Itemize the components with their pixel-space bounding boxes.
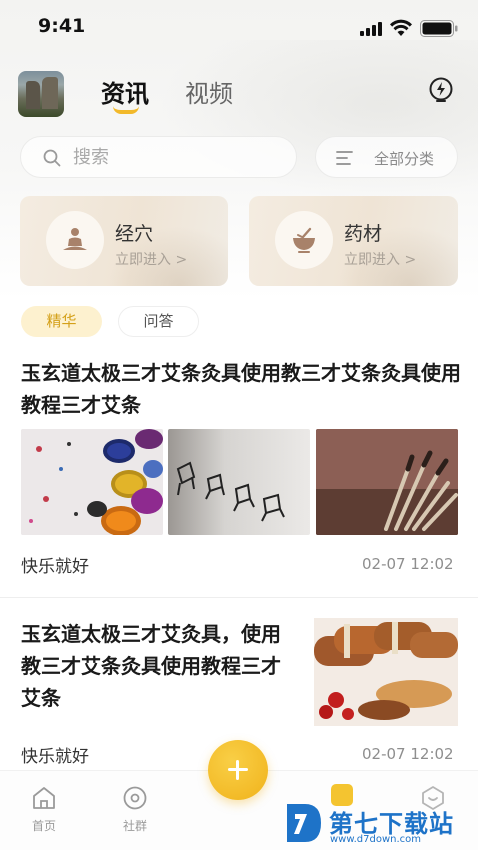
card-acupoint[interactable]: 经穴 立即进入 > — [20, 196, 228, 286]
card-subtitle: 立即进入 > — [115, 252, 188, 268]
article-title[interactable]: 玉玄道太极三才艾条灸具使用教三才艾条灸具使用教程三才艾条 — [21, 357, 461, 421]
article-image-chairs[interactable] — [168, 429, 310, 535]
card-herbs[interactable]: 药材 立即进入 > — [249, 196, 458, 286]
tab-home-label: 首页 — [31, 819, 56, 833]
community-icon — [123, 786, 147, 810]
divider — [0, 597, 478, 598]
signal-icon — [360, 22, 382, 36]
status-time: 9:41 — [38, 15, 86, 37]
article-author[interactable]: 快乐就好 — [21, 742, 89, 767]
watermark-badge-icon — [331, 784, 353, 806]
article-author[interactable]: 快乐就好 — [21, 552, 89, 577]
article-image-brushes[interactable] — [316, 429, 458, 535]
category-filter-label: 全部分类 — [374, 150, 435, 168]
status-bar: 9:41 — [0, 0, 478, 54]
search-bar[interactable] — [20, 136, 297, 178]
list-icon — [336, 151, 353, 165]
article-title[interactable]: 玉玄道太极三才艾灸具，使用教三才艾条灸具使用教程三才艾条 — [21, 618, 297, 714]
card-title: 药材 — [344, 223, 383, 245]
category-filter-button[interactable]: 全部分类 — [315, 136, 458, 178]
flash-icon[interactable] — [427, 76, 455, 104]
tab-community[interactable]: 社群 — [105, 785, 165, 834]
card-title: 经穴 — [115, 223, 154, 245]
create-post-button[interactable] — [208, 740, 268, 800]
watermark-logo-icon — [287, 804, 321, 842]
battery-icon — [420, 20, 458, 37]
search-input[interactable] — [73, 137, 273, 177]
avatar[interactable] — [18, 71, 64, 117]
tab-home[interactable]: 首页 — [14, 785, 74, 834]
meditation-icon — [63, 228, 87, 250]
article-time: 02-07 12:02 — [362, 555, 454, 573]
filter-qa[interactable]: 问答 — [118, 306, 199, 337]
tab-news[interactable]: 资讯 — [101, 74, 149, 109]
home-icon — [33, 787, 55, 809]
wifi-icon — [390, 19, 412, 36]
active-tab-indicator — [113, 106, 139, 114]
search-icon — [43, 149, 61, 167]
card-subtitle: 立即进入 > — [344, 252, 417, 268]
filter-featured[interactable]: 精华 — [21, 306, 102, 337]
herb-bowl-icon — [293, 227, 315, 253]
article-time: 02-07 12:02 — [362, 745, 454, 763]
tab-video[interactable]: 视频 — [185, 74, 233, 109]
article-image-cinnamon-herbs[interactable] — [314, 618, 458, 726]
article-image-paint-cans[interactable] — [21, 429, 163, 535]
tab-community-label: 社群 — [122, 819, 147, 833]
watermark-url: www.d7down.com — [330, 834, 422, 845]
